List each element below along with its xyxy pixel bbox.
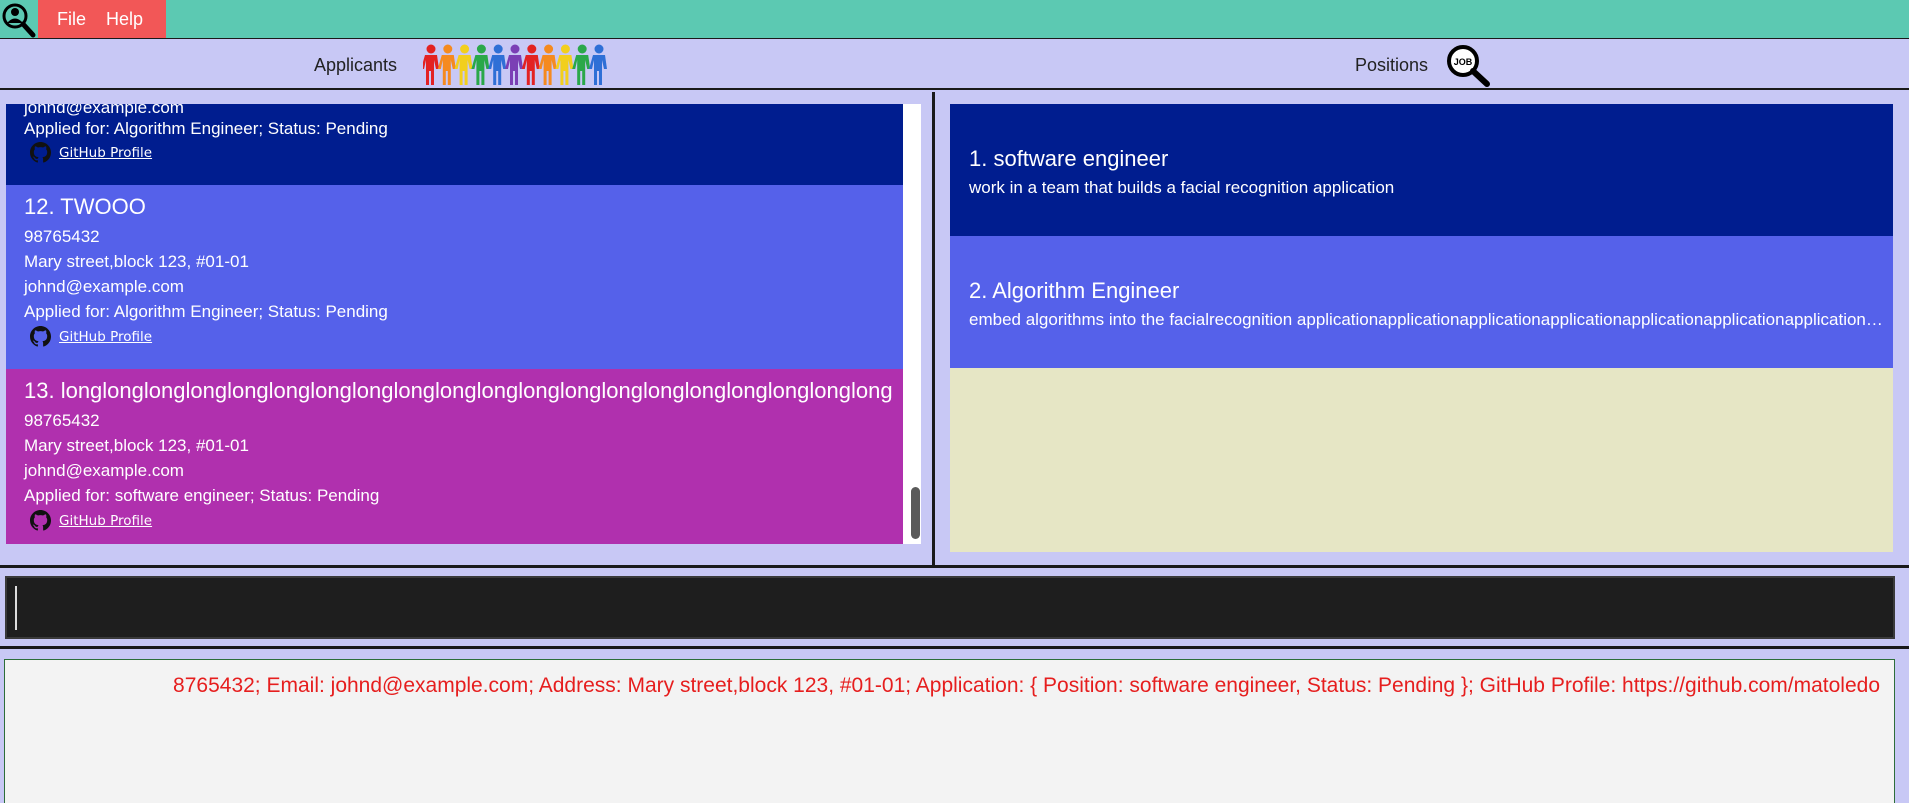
person-figure-icon bbox=[555, 44, 574, 85]
panel-header-row: Applicants Positions JOB bbox=[0, 40, 1909, 90]
applicant-address: Mary street,block 123, #01-01 bbox=[24, 252, 249, 271]
applicants-heading: Applicants bbox=[314, 55, 398, 75]
github-row: GitHub Profile bbox=[30, 326, 152, 347]
command-input[interactable] bbox=[15, 586, 1885, 630]
applicant-email: johnd@example.com bbox=[24, 277, 184, 296]
person-figure-icon bbox=[538, 44, 557, 85]
position-description: work in a team that builds a facial reco… bbox=[969, 178, 1395, 197]
applicant-card[interactable]: johnd@example.com Applied for: Algorithm… bbox=[6, 104, 903, 185]
command-area bbox=[0, 571, 1909, 649]
position-list-panel: 1. software engineer work in a team that… bbox=[935, 92, 1909, 568]
position-card[interactable]: 2. Algorithm Engineer embed algorithms i… bbox=[950, 236, 1893, 368]
result-display[interactable]: 8765432; Email: johnd@example.com; Addre… bbox=[4, 659, 1895, 803]
applicant-address: Mary street,block 123, #01-01 bbox=[24, 436, 249, 455]
github-profile-link[interactable]: GitHub Profile bbox=[59, 329, 152, 345]
position-card[interactable]: 1. software engineer work in a team that… bbox=[950, 104, 1893, 236]
position-title: 1. software engineer bbox=[969, 146, 1169, 171]
person-figure-icon bbox=[505, 44, 523, 85]
applicant-email: johnd@example.com bbox=[24, 461, 184, 480]
applicant-list-scrollbar[interactable] bbox=[909, 104, 921, 544]
scrollbar-thumb[interactable] bbox=[911, 487, 920, 539]
menu-group: File Help bbox=[38, 0, 166, 38]
github-row: GitHub Profile bbox=[30, 142, 152, 163]
position-list[interactable]: 1. software engineer work in a team that… bbox=[950, 104, 1893, 552]
person-figure-icon bbox=[572, 44, 591, 85]
applicant-list[interactable]: johnd@example.com Applied for: Algorithm… bbox=[6, 104, 921, 544]
menu-bar: File Help bbox=[0, 0, 1909, 39]
result-message: 8765432; Email: johnd@example.com; Addre… bbox=[173, 674, 1880, 697]
applicant-application: Applied for: software engineer; Status: … bbox=[24, 486, 380, 505]
job-search-icon: JOB bbox=[1447, 45, 1490, 87]
person-figure-icon bbox=[589, 44, 607, 85]
menu-help[interactable]: Help bbox=[106, 9, 143, 30]
person-search-icon bbox=[2, 3, 36, 38]
applicant-card[interactable]: 12. TWOOO 98765432 Mary street,block 123… bbox=[6, 185, 903, 369]
person-figure-icon bbox=[437, 44, 456, 85]
menu-file[interactable]: File bbox=[57, 9, 86, 30]
person-figure-icon bbox=[521, 44, 540, 85]
position-description: embed algorithms into the facialrecognit… bbox=[969, 310, 1884, 329]
applicant-name: 13. longlonglonglonglonglonglonglonglong… bbox=[24, 378, 893, 403]
person-figure-icon bbox=[454, 44, 473, 85]
github-profile-link[interactable]: GitHub Profile bbox=[59, 145, 152, 161]
people-row-icon bbox=[423, 44, 607, 85]
command-box bbox=[5, 576, 1895, 639]
applicant-phone: 98765432 bbox=[24, 411, 100, 430]
person-figure-icon bbox=[423, 44, 439, 85]
positions-heading: Positions bbox=[1355, 55, 1429, 75]
applicant-email: johnd@example.com bbox=[24, 104, 184, 117]
applicant-application: Applied for: Algorithm Engineer; Status:… bbox=[24, 119, 388, 138]
github-icon bbox=[30, 326, 51, 347]
applicant-application: Applied for: Algorithm Engineer; Status:… bbox=[24, 302, 388, 321]
github-row: GitHub Profile bbox=[30, 510, 152, 531]
applicant-card[interactable]: 13. longlonglonglonglonglonglonglonglong… bbox=[6, 369, 903, 544]
position-title: 2. Algorithm Engineer bbox=[969, 278, 1180, 303]
result-area: 8765432; Email: johnd@example.com; Addre… bbox=[0, 651, 1909, 803]
applicant-list-panel: johnd@example.com Applied for: Algorithm… bbox=[0, 92, 935, 568]
github-icon bbox=[30, 510, 51, 531]
github-icon bbox=[30, 142, 51, 163]
person-figure-icon bbox=[471, 44, 490, 85]
svg-text:JOB: JOB bbox=[1454, 57, 1473, 67]
person-figure-icon bbox=[488, 44, 507, 85]
github-profile-link[interactable]: GitHub Profile bbox=[59, 513, 152, 529]
applicant-phone: 98765432 bbox=[24, 227, 100, 246]
applicant-name: 12. TWOOO bbox=[24, 194, 146, 219]
